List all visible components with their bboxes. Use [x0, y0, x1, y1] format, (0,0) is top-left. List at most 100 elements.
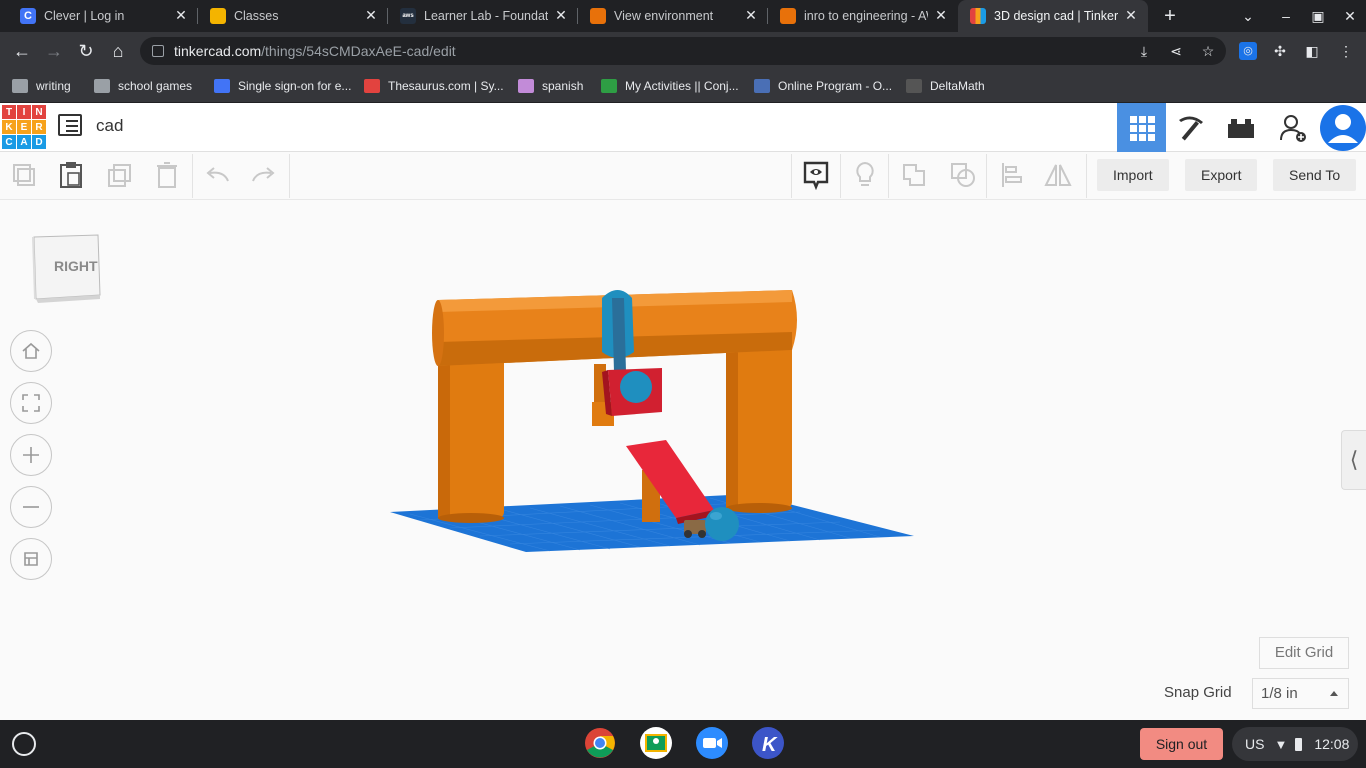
import-button[interactable]: Import: [1097, 159, 1169, 191]
close-tab-icon[interactable]: ✕: [174, 8, 188, 22]
perspective-button[interactable]: [10, 538, 52, 580]
extension-globe-icon[interactable]: ◎: [1239, 42, 1257, 60]
close-tab-icon[interactable]: ✕: [934, 8, 948, 22]
launcher-icon[interactable]: [12, 732, 36, 756]
tinkercad-logo[interactable]: TIN KER CAD: [2, 105, 46, 149]
minimize-icon[interactable]: –: [1276, 6, 1296, 26]
logo-letter: N: [32, 105, 46, 119]
delete-icon[interactable]: [152, 160, 182, 190]
blue-ball-top: [620, 371, 652, 403]
battery-icon: [1295, 737, 1303, 751]
bookmark-star-icon[interactable]: ☆: [1199, 42, 1217, 60]
3d-view-button[interactable]: [1117, 103, 1166, 152]
reload-icon[interactable]: ↻: [74, 39, 98, 63]
svg-text:K: K: [762, 734, 778, 756]
address-bar[interactable]: tinkercad.com/things/54sCMDaxAeE-cad/edi…: [140, 37, 1226, 65]
close-tab-icon[interactable]: ✕: [744, 8, 758, 22]
tab-title: Clever | Log in: [44, 9, 125, 23]
side-panel-icon[interactable]: ◧: [1303, 42, 1321, 60]
close-tab-icon[interactable]: ✕: [554, 8, 568, 22]
site-info-icon[interactable]: [152, 45, 164, 57]
design-title[interactable]: cad: [96, 116, 123, 136]
folder-icon: [94, 79, 110, 93]
browser-tab[interactable]: Classes ✕: [198, 0, 388, 32]
align-icon[interactable]: [996, 160, 1026, 190]
browser-tab[interactable]: View environment ✕: [578, 0, 768, 32]
notes-icon[interactable]: [801, 160, 831, 190]
minus-icon: [23, 506, 39, 508]
blocks-view-button[interactable]: [1166, 103, 1215, 152]
grid-icon: [1129, 115, 1155, 141]
redo-icon[interactable]: [249, 160, 279, 190]
blue-ball-ground: [705, 507, 739, 541]
deltamath-icon: [906, 79, 922, 93]
chrome-app-icon[interactable]: [583, 726, 617, 760]
edit-grid-button[interactable]: Edit Grid: [1259, 637, 1349, 669]
forward-icon[interactable]: →: [42, 39, 66, 63]
close-window-icon[interactable]: ✕: [1340, 6, 1360, 26]
sign-out-button[interactable]: Sign out: [1140, 728, 1223, 760]
tab-title: inro to engineering - AW: [804, 9, 928, 23]
tab-search-icon[interactable]: ⌄: [1238, 6, 1258, 26]
plus-icon: [23, 447, 39, 463]
bookmark-item[interactable]: school games: [94, 76, 192, 96]
view-cube[interactable]: RIGHT: [30, 233, 102, 303]
install-icon[interactable]: ⤓: [1135, 42, 1153, 60]
bookmark-item[interactable]: DeltaMath: [906, 76, 985, 96]
browser-tab[interactable]: inro to engineering - AW ✕: [768, 0, 958, 32]
duplicate-icon[interactable]: [104, 160, 134, 190]
ungroup-icon[interactable]: [948, 160, 978, 190]
extensions-puzzle-icon[interactable]: ✣: [1271, 42, 1289, 60]
maximize-icon[interactable]: ▣: [1308, 6, 1328, 26]
bookmark-item[interactable]: spanish: [518, 76, 583, 96]
bookmark-item[interactable]: My Activities || Conj...: [601, 76, 739, 96]
toolbar-divider: [192, 154, 193, 198]
zoom-in-button[interactable]: [10, 434, 52, 476]
zoom-app-icon[interactable]: [695, 726, 729, 760]
browser-tab[interactable]: C Clever | Log in ✕: [8, 0, 198, 32]
bookmark-item[interactable]: Thesaurus.com | Sy...: [364, 76, 504, 96]
bricks-view-button[interactable]: [1216, 103, 1265, 152]
3d-scene[interactable]: [380, 280, 925, 560]
paste-icon[interactable]: [56, 160, 86, 190]
perspective-icon: [24, 552, 38, 566]
undo-icon[interactable]: [202, 160, 232, 190]
design-list-icon[interactable]: [58, 114, 82, 136]
back-icon[interactable]: ←: [10, 39, 34, 63]
zoom-out-button[interactable]: [10, 486, 52, 528]
tab-title: Learner Lab - Foundatio: [424, 9, 548, 23]
close-tab-icon[interactable]: ✕: [364, 8, 378, 22]
browser-tab[interactable]: 3D design cad | Tinkerc ✕: [958, 0, 1148, 32]
collapse-panel-tab[interactable]: ⟨: [1341, 430, 1366, 490]
send-to-button[interactable]: Send To: [1273, 159, 1357, 191]
mirror-icon[interactable]: [1043, 160, 1073, 190]
fit-view-button[interactable]: [10, 382, 52, 424]
snap-grid-select[interactable]: 1/8 in: [1252, 678, 1349, 709]
profile-avatar-button[interactable]: [1318, 103, 1366, 152]
toolbar-divider: [1086, 154, 1087, 198]
kahoot-app-icon[interactable]: K: [751, 726, 785, 760]
group-icon[interactable]: [899, 160, 929, 190]
cube-icon: [590, 8, 606, 24]
invite-user-button[interactable]: [1268, 103, 1317, 152]
bookmark-item[interactable]: Single sign-on for e...: [214, 76, 351, 96]
tinkercad-icon: [970, 8, 986, 24]
bookmark-item[interactable]: Online Program - O...: [754, 76, 892, 96]
new-tab-button[interactable]: +: [1160, 6, 1180, 26]
browser-tab[interactable]: aws Learner Lab - Foundatio ✕: [388, 0, 578, 32]
keyboard-layout: US: [1245, 736, 1265, 752]
close-tab-icon[interactable]: ✕: [1124, 8, 1138, 22]
classroom-app-icon[interactable]: [639, 726, 673, 760]
add-user-icon: [1279, 114, 1306, 142]
frog-icon: [601, 79, 617, 93]
copy-icon[interactable]: [9, 160, 39, 190]
light-bulb-icon[interactable]: [850, 160, 880, 190]
menu-dots-icon[interactable]: ⋮: [1337, 42, 1355, 60]
home-icon[interactable]: ⌂: [106, 39, 130, 63]
home-view-button[interactable]: [10, 330, 52, 372]
share-icon[interactable]: ⋖: [1167, 42, 1185, 60]
status-tray[interactable]: US ▼ 12:08: [1232, 727, 1358, 761]
export-button[interactable]: Export: [1185, 159, 1258, 191]
wifi-icon: ▼: [1274, 736, 1288, 752]
bookmark-item[interactable]: writing: [12, 76, 71, 96]
